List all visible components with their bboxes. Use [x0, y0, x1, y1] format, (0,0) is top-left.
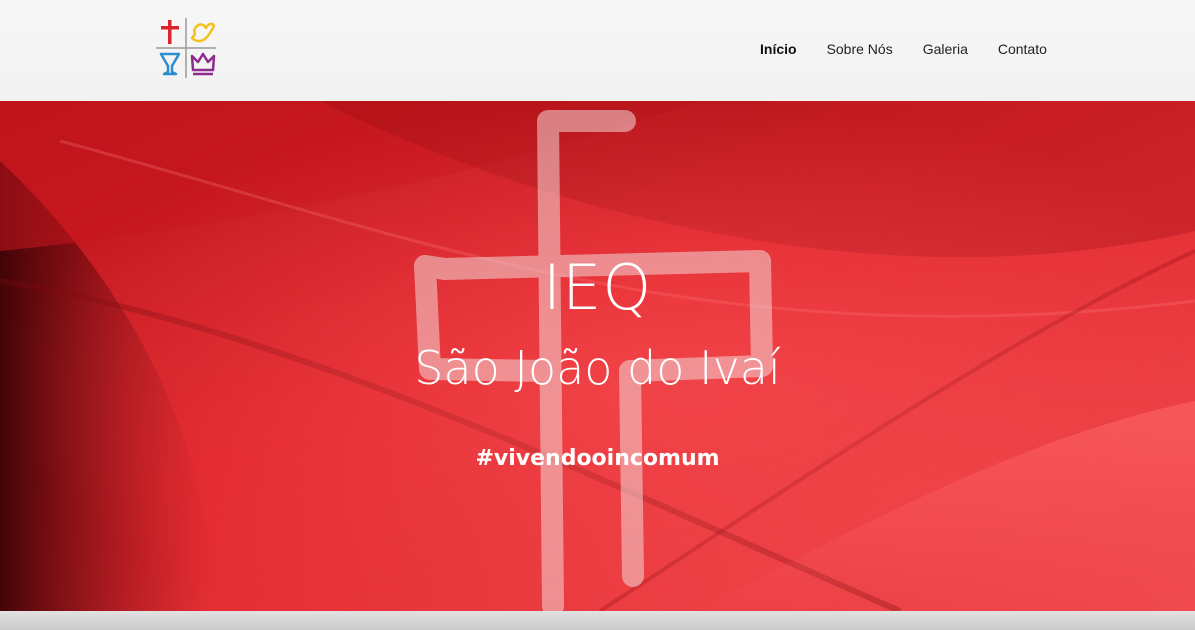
- site-logo[interactable]: [154, 16, 218, 80]
- nav-item-sobre-nos[interactable]: Sobre Nós: [827, 40, 893, 58]
- hero-subtitle: São João do Ivaí: [414, 341, 781, 395]
- nav-item-inicio[interactable]: Início: [760, 40, 797, 58]
- cup-icon: [159, 52, 181, 76]
- nav-item-contato[interactable]: Contato: [998, 40, 1047, 58]
- hero-title: IEQ: [542, 251, 653, 324]
- hero-banner: IEQ São João do Ivaí #vivendooincomum: [0, 101, 1195, 611]
- page: Início Sobre Nós Galeria Contato IEQ São…: [0, 0, 1195, 630]
- site-header: Início Sobre Nós Galeria Contato: [0, 0, 1195, 101]
- crown-icon: [190, 52, 216, 76]
- quadrangular-emblem-icon: [156, 18, 216, 78]
- dove-icon: [190, 22, 216, 43]
- hero-hashtag: #vivendooincomum: [475, 446, 720, 471]
- main-nav: Início Sobre Nós Galeria Contato: [760, 40, 1077, 58]
- cross-icon: [161, 20, 179, 44]
- section-divider: [0, 611, 1195, 630]
- nav-item-galeria[interactable]: Galeria: [923, 40, 968, 58]
